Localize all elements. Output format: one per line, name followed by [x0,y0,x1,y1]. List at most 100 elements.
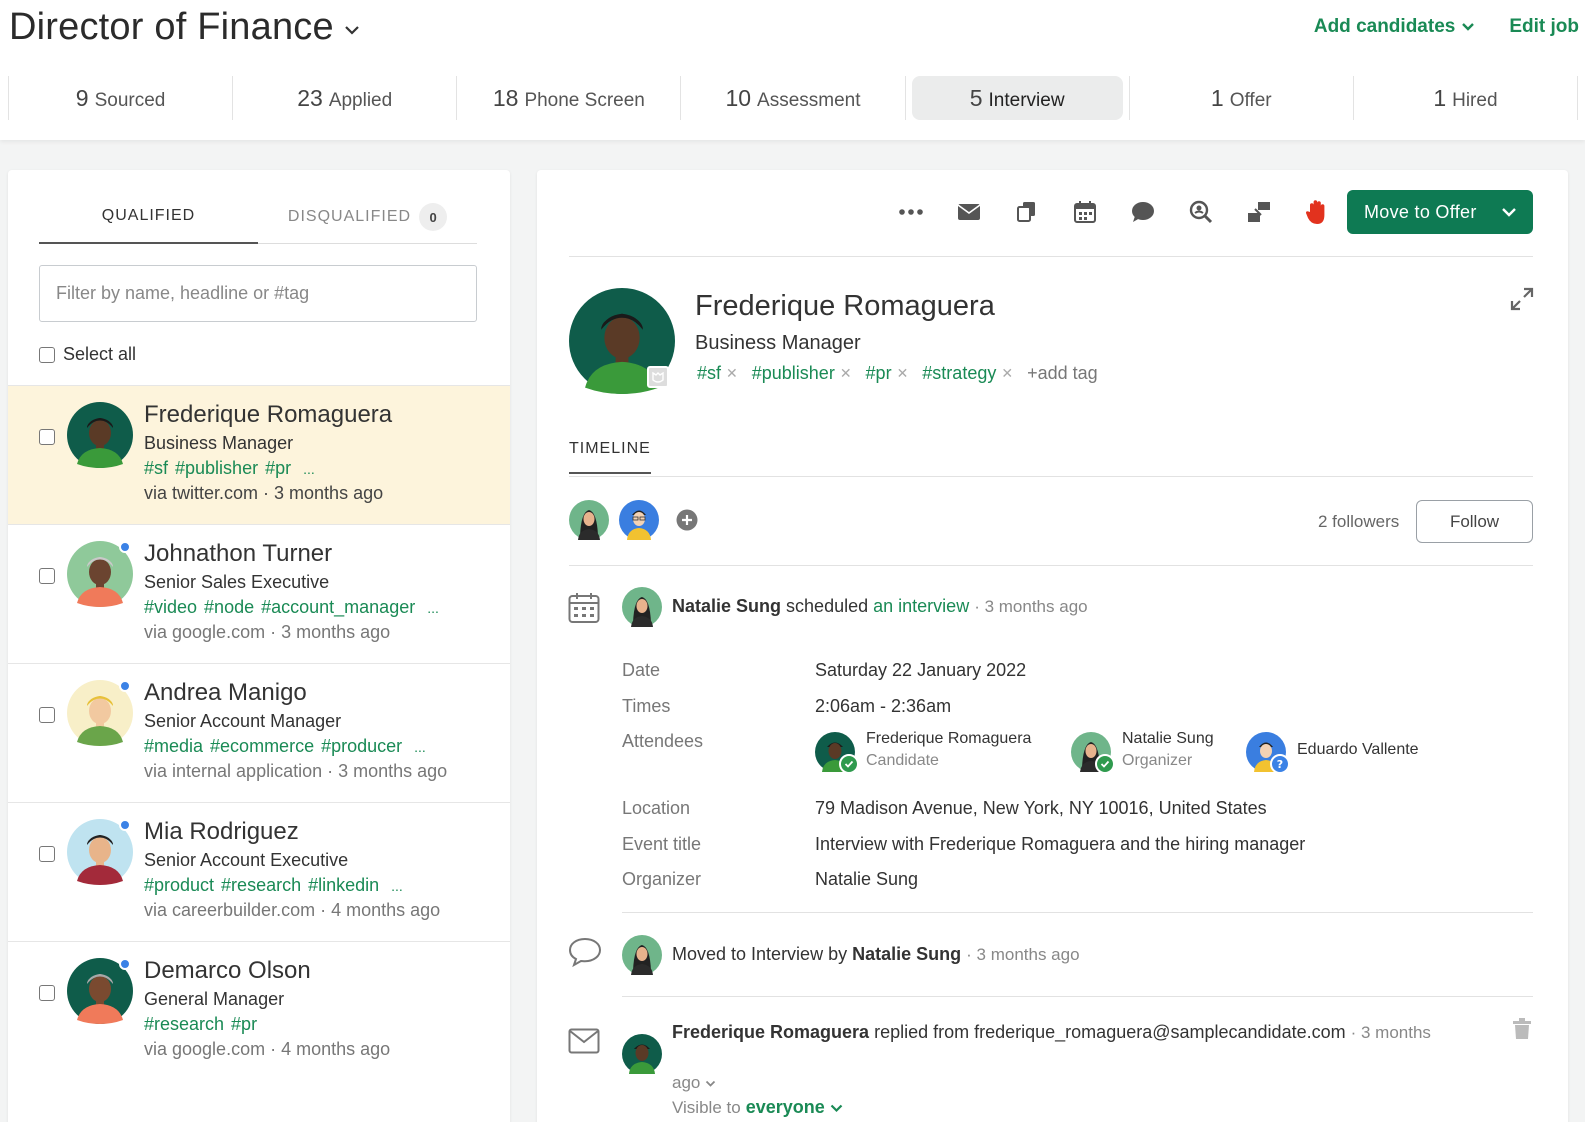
follower-avatar[interactable] [619,500,659,540]
event-title-value: Interview with Frederique Romaguera and … [815,834,1306,854]
chevron-down-icon[interactable] [1501,207,1517,217]
event-actor[interactable]: Natalie Sung [672,596,781,616]
candidate-row[interactable]: Demarco Olson General Manager #research #p… [8,941,510,1080]
candidate-checkbox[interactable] [39,568,55,584]
transfer-icon[interactable] [1245,198,1273,226]
candidate-tags: #media #ecommerce #producer... [144,736,426,757]
tab-qualified[interactable]: QUALIFIED [39,190,258,244]
candidate-headline: Senior Account Manager [144,711,342,731]
select-all-checkbox[interactable] [39,346,55,363]
candidate-headline: Business Manager [144,433,294,453]
stage-tab-offer[interactable]: 1 Offer [1128,76,1353,120]
candidate-name[interactable]: Johnathon Turner [144,540,332,568]
profile-tag-list: #sf ✕ #publisher ✕ #pr ✕ #strategy ✕ +add tag [697,363,1098,384]
candidate-row[interactable]: Andrea Manigo Senior Account Manager #medi… [8,663,510,802]
edit-job-link[interactable]: Edit job [1509,16,1579,38]
copy-icon[interactable] [1013,198,1041,226]
stage-tab-assessment[interactable]: 10 Assessment [680,76,904,120]
stage-label: 23 Applied [297,85,392,112]
attendees-label: Attendees [622,731,704,751]
job-title-dropdown[interactable]: Director of Finance [9,6,360,49]
event-verb: scheduled [786,596,869,616]
candidate-name[interactable]: Demarco Olson [144,957,311,985]
expand-icon[interactable] [1509,286,1535,312]
followers-count[interactable]: 2 followers [1318,512,1399,532]
select-all-control[interactable]: Select all [39,344,136,365]
event-moved-label: Moved to Interview by [672,944,848,964]
event-title-label: Event title [622,834,702,854]
more-icon[interactable] [897,198,925,226]
remove-tag-icon[interactable]: ✕ [840,365,852,382]
tab-timeline[interactable]: TIMELINE [569,440,651,474]
followers-row: 2 followers Follow [569,500,1533,544]
comment-icon[interactable] [1129,198,1157,226]
divider [569,565,1533,566]
stage-tab-sourced[interactable]: 9 Sourced [8,76,232,120]
stage-name: Interview [988,89,1065,111]
stage-tab-hired[interactable]: 1 Hired [1352,76,1578,120]
profile-headline: Business Manager [695,332,861,354]
visibility-dropdown[interactable]: everyone [746,1097,843,1117]
tag-list: #video #node #account_manager [144,597,416,617]
natalie-sung-avatar [622,587,662,627]
add-candidates-button[interactable]: Add candidates [1314,16,1475,38]
candidate-checkbox[interactable] [39,846,55,862]
candidate-detail-panel: Move to Offer Frederique Romaguera Busin… [537,170,1568,1122]
candidate-name[interactable]: Frederique Romaguera [144,401,392,429]
visible-to-label: Visible to [672,1098,741,1117]
calendar-icon[interactable] [1071,198,1099,226]
profile-tag[interactable]: #sf ✕ [697,363,738,384]
stage-tab-applied[interactable]: 23 Applied [232,76,456,120]
more-tags-indicator: ... [427,600,439,616]
event-actor[interactable]: Natalie Sung [852,944,961,964]
candidate-checkbox[interactable] [39,429,55,445]
candidate-row[interactable]: Mia Rodriguez Senior Account Executive #pr… [8,802,510,941]
candidate-name[interactable]: Mia Rodriguez [144,818,299,846]
date-label: Date [622,660,661,680]
candidate-checkbox[interactable] [39,985,55,1001]
tag-list: #media #ecommerce #producer [144,736,403,756]
interview-link[interactable]: an interview [873,596,969,616]
chevron-down-icon [830,1104,843,1113]
candidate-headline: Senior Account Executive [144,850,349,870]
trash-icon[interactable] [1512,1018,1532,1040]
location-value: 79 Madison Avenue, New York, NY 10016, U… [815,798,1267,818]
candidate-checkbox[interactable] [39,707,55,723]
candidate-headline: General Manager [144,989,285,1009]
tag-label: #publisher [751,363,835,383]
accepted-check-icon [1095,754,1115,774]
email-outline-icon [568,1028,600,1054]
follow-button[interactable]: Follow [1416,500,1533,543]
search-candidate-icon[interactable] [1187,198,1215,226]
candidate-name[interactable]: Andrea Manigo [144,679,307,707]
candidate-row[interactable]: Johnathon Turner Senior Sales Executive #v… [8,524,510,663]
event-actor[interactable]: Frederique Romaguera [672,1022,869,1042]
stage-tab-phone-screen[interactable]: 18 Phone Screen [456,76,680,120]
candidate-filter-input[interactable] [39,265,477,322]
email-icon[interactable] [955,198,983,226]
new-activity-dot [119,541,131,553]
follower-avatar[interactable] [569,500,609,540]
stage-name: Phone Screen [524,89,645,111]
profile-tag[interactable]: #pr ✕ [866,363,909,384]
move-to-offer-button[interactable]: Move to Offer [1347,190,1533,234]
event-time: · 3 months ago [974,597,1088,616]
disqualify-hand-icon[interactable] [1303,198,1331,226]
remove-tag-icon[interactable]: ✕ [726,365,738,382]
tab-disqualified[interactable]: DISQUALIFIED 0 [258,190,477,244]
event-time: · 3 months [1350,1023,1431,1042]
profile-tag[interactable]: #strategy ✕ [922,363,1013,384]
remove-tag-icon[interactable]: ✕ [897,365,909,382]
event-reply-text: Frederique Romaguera replied from freder… [672,1020,1492,1120]
job-header: Director of Finance Add candidates Edit … [0,0,1585,140]
divider [569,256,1533,257]
stage-tab-interview[interactable]: 5 Interview [904,76,1129,120]
event-time-cont[interactable]: ago [672,1073,716,1092]
candidate-row[interactable]: Frederique Romaguera Business Manager #sf … [8,385,510,524]
candidate-source: via careerbuilder.com · 4 months ago [144,900,441,920]
remove-tag-icon[interactable]: ✕ [1001,365,1013,382]
add-follower-icon[interactable] [676,509,698,531]
add-tag-button[interactable]: +add tag [1027,363,1098,384]
profile-tag[interactable]: #publisher ✕ [752,363,852,384]
stage-count: 1 [1210,84,1224,111]
